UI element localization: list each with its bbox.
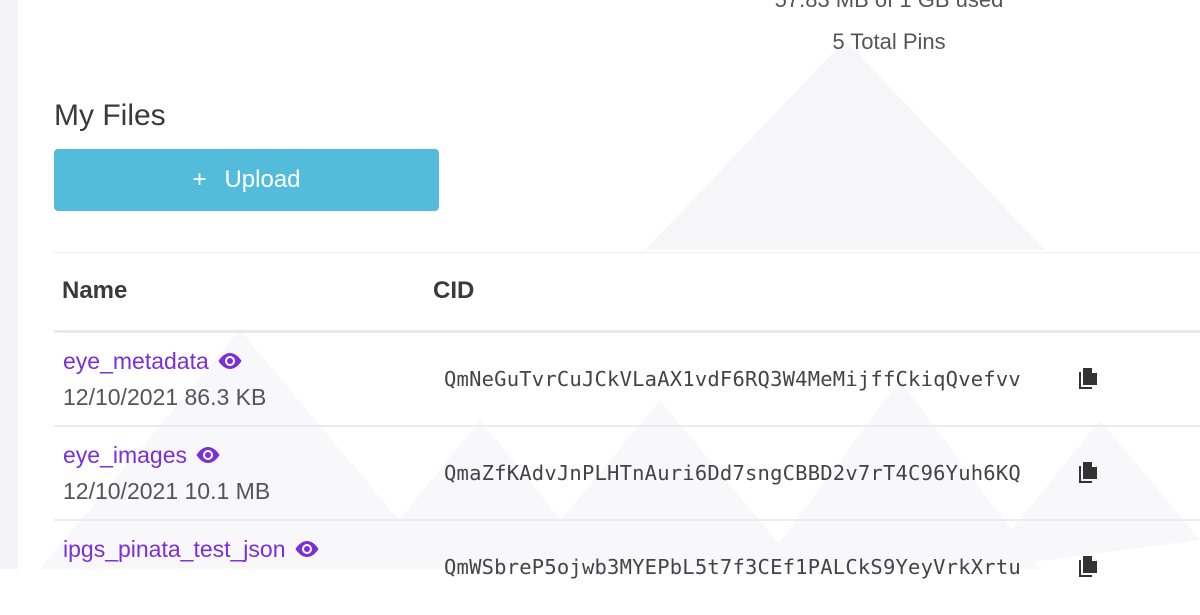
file-date-size: 12/10/2021 10.1 MB	[63, 478, 271, 504]
cid-value: QmWSbreP5ojwb3MYEPbL5t7f3CEf1PALCkS9YeyV…	[444, 555, 1021, 579]
file-name-link[interactable]: eye_metadata	[63, 347, 243, 375]
copy-icon[interactable]	[1077, 555, 1099, 579]
total-pins-count: 5 Total Pins	[832, 29, 946, 54]
plus-icon: +	[192, 166, 207, 193]
column-header-name[interactable]: Name	[62, 276, 127, 306]
my-files-title: My Files	[54, 99, 166, 132]
table-row: eye_metadata 12/10/2021 86.3 KB QmNeGuTv…	[54, 333, 1200, 427]
upload-button[interactable]: + Upload	[54, 149, 439, 211]
table-row: ipgs_pinata_test_json QmWSbreP5ojwb3MYEP…	[54, 521, 1200, 615]
file-name-link[interactable]: ipgs_pinata_test_json	[63, 535, 320, 563]
eye-icon[interactable]	[217, 352, 243, 370]
file-name-text: eye_images	[63, 442, 188, 468]
table-row: eye_images 12/10/2021 10.1 MB QmaZfKAdvJ…	[54, 427, 1200, 521]
section-divider	[54, 252, 1200, 253]
eye-icon[interactable]	[195, 446, 221, 464]
storage-usage-text: 57.83 MB of 1 GB used	[700, 0, 1078, 14]
file-name-text: ipgs_pinata_test_json	[63, 536, 286, 562]
file-name-link[interactable]: eye_images	[63, 441, 221, 469]
file-name-text: eye_metadata	[63, 348, 209, 374]
cid-value: QmNeGuTvrCuJCkVLaAX1vdF6RQ3W4MeMijffCkiq…	[444, 367, 1021, 391]
left-sidebar-edge	[0, 0, 18, 569]
copy-icon[interactable]	[1077, 461, 1099, 485]
copy-icon[interactable]	[1077, 367, 1099, 391]
cid-value: QmaZfKAdvJnPLHTnAuri6Dd7sngCBBD2v7rT4C96…	[444, 461, 1021, 485]
upload-button-label: Upload	[224, 166, 301, 193]
column-header-cid[interactable]: CID	[433, 276, 474, 306]
eye-icon[interactable]	[294, 540, 320, 558]
files-table-header: Name CID	[54, 262, 1200, 320]
file-date-size: 12/10/2021 86.3 KB	[63, 384, 267, 410]
